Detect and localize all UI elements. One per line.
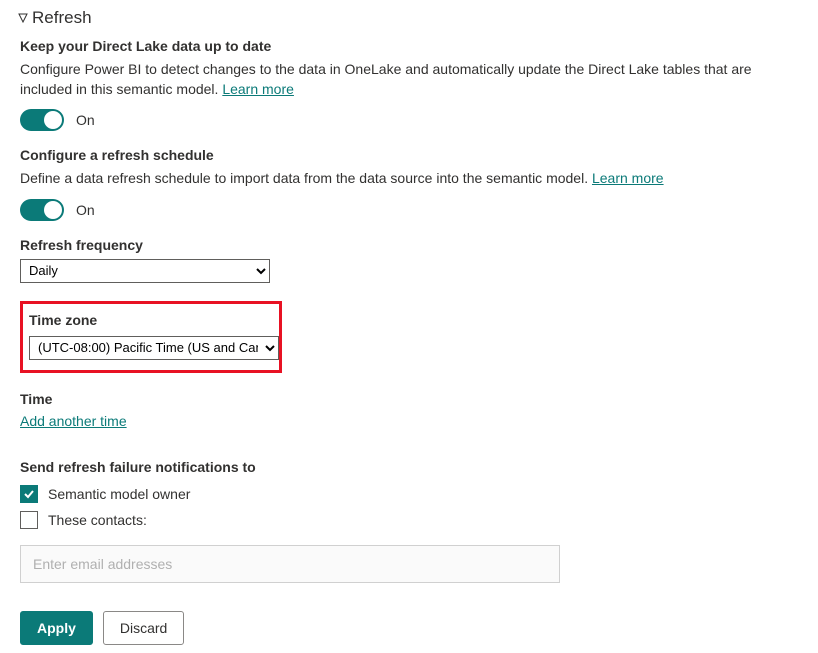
direct-lake-description: Configure Power BI to detect changes to …: [20, 60, 800, 99]
check-icon: [23, 488, 35, 500]
direct-lake-heading: Keep your Direct Lake data up to date: [20, 38, 800, 54]
schedule-toggle[interactable]: [20, 199, 64, 221]
section-title: Refresh: [32, 8, 92, 28]
owner-checkbox[interactable]: [20, 485, 38, 503]
time-label: Time: [20, 391, 800, 407]
direct-lake-toggle-label: On: [76, 112, 95, 128]
frequency-select[interactable]: Daily: [20, 259, 270, 283]
section-header-refresh[interactable]: Refresh: [18, 8, 800, 28]
schedule-description: Define a data refresh schedule to import…: [20, 169, 800, 189]
contacts-checkbox-label: These contacts:: [48, 512, 147, 528]
direct-lake-toggle[interactable]: [20, 109, 64, 131]
contacts-checkbox[interactable]: [20, 511, 38, 529]
timezone-select[interactable]: (UTC-08:00) Pacific Time (US and Canada): [29, 336, 279, 360]
add-another-time-link[interactable]: Add another time: [20, 413, 127, 429]
schedule-heading: Configure a refresh schedule: [20, 147, 800, 163]
collapse-caret-icon: [18, 13, 28, 23]
direct-lake-learn-more-link[interactable]: Learn more: [222, 81, 294, 97]
schedule-learn-more-link[interactable]: Learn more: [592, 170, 664, 186]
schedule-toggle-label: On: [76, 202, 95, 218]
owner-checkbox-label: Semantic model owner: [48, 486, 190, 502]
timezone-highlight-box: Time zone (UTC-08:00) Pacific Time (US a…: [20, 301, 282, 373]
frequency-label: Refresh frequency: [20, 237, 800, 253]
apply-button[interactable]: Apply: [20, 611, 93, 645]
timezone-label: Time zone: [29, 312, 273, 328]
contacts-email-input[interactable]: [20, 545, 560, 583]
discard-button[interactable]: Discard: [103, 611, 184, 645]
notify-heading: Send refresh failure notifications to: [20, 459, 800, 475]
